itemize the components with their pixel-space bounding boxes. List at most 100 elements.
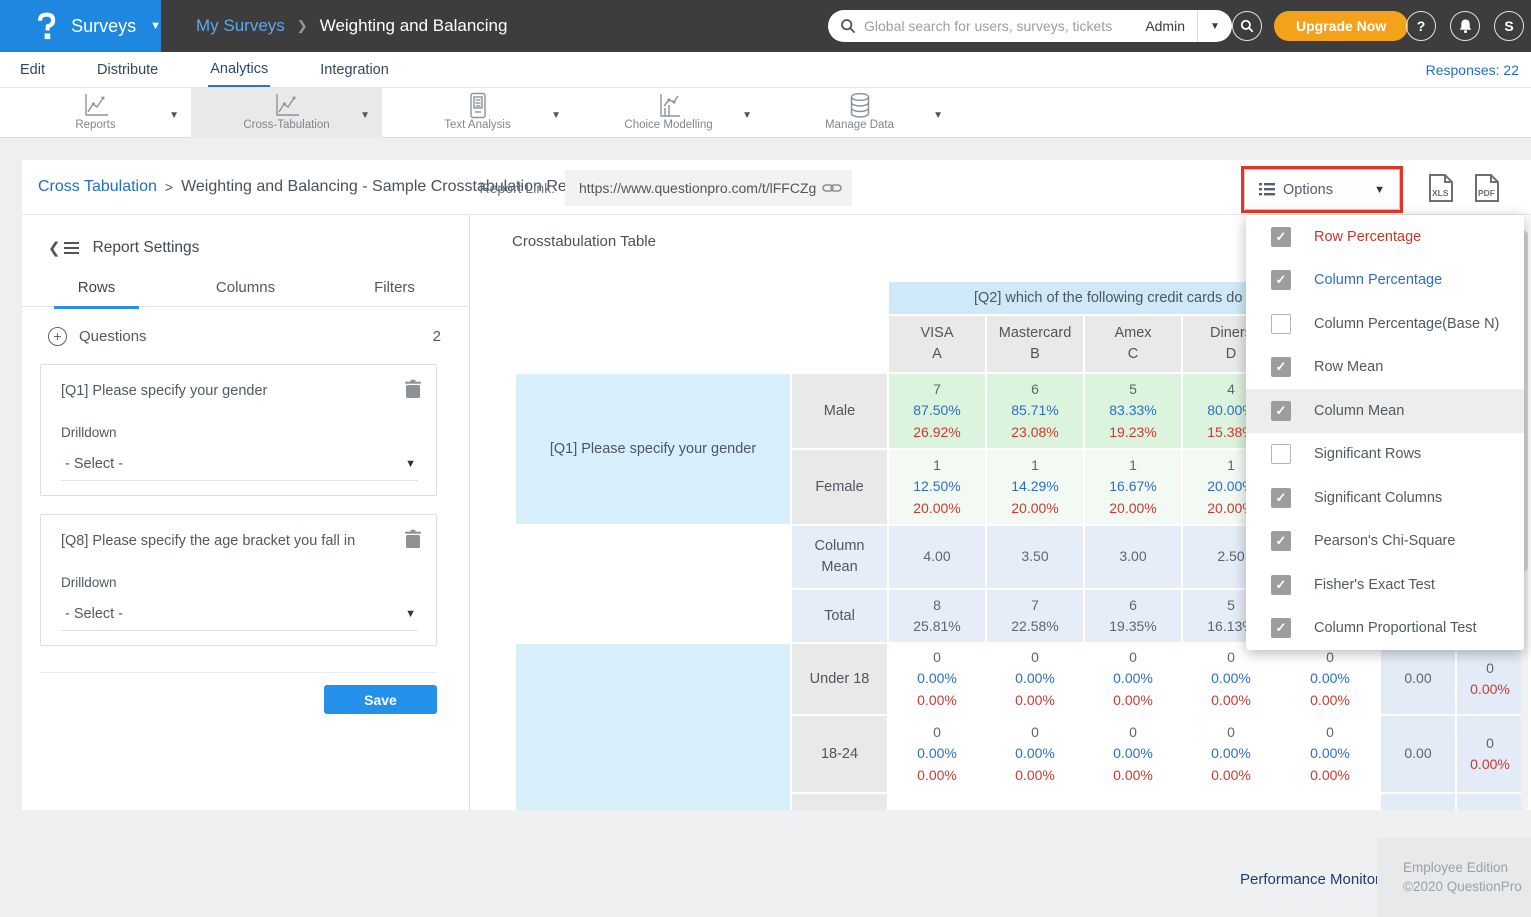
breadcrumb-current: Weighting and Balancing [320,16,508,36]
list-options-icon [1259,183,1275,196]
crosstab-row-header: Under 18 [792,644,887,714]
cross-tabulation-link[interactable]: Cross Tabulation [38,178,157,196]
checked-checkbox-icon[interactable]: ✓ [1271,618,1291,638]
tab-rows[interactable]: Rows [22,279,171,306]
module-reports[interactable]: Reports ▼ [0,88,191,138]
report-header: Cross Tabulation > Weighting and Balanci… [22,160,1531,215]
chevron-down-icon[interactable]: ▼ [742,110,752,121]
menu-item-row-mean[interactable]: ✓ Row Mean [1246,346,1524,390]
unchecked-checkbox-icon[interactable] [1271,444,1291,464]
module-label: Reports [75,119,115,131]
unchecked-checkbox-icon[interactable] [1271,314,1291,334]
chevron-down-icon[interactable]: ▼ [169,110,179,121]
crosstab-row-header: Male [792,374,887,448]
nav-analytics[interactable]: Analytics [208,53,270,87]
nav-integration[interactable]: Integration [318,54,391,86]
crosstab-cell: 619.35% [1085,590,1181,642]
crosstab-cell: 583.33%19.23% [1085,374,1181,448]
survey-nav: Edit Distribute Analytics Integration Re… [0,52,1531,88]
menu-item-column-percentage-base-n-[interactable]: Column Percentage(Base N) [1246,302,1524,346]
help-button[interactable]: ? [1406,11,1436,41]
tab-filters[interactable]: Filters [320,279,469,306]
settings-tabs: Rows Columns Filters [22,279,469,307]
checked-checkbox-icon[interactable]: ✓ [1271,270,1291,290]
chevron-down-icon[interactable]: ▼ [933,110,943,121]
menu-item-column-mean[interactable]: ✓ Column Mean [1246,389,1524,433]
crosstab-cell: 787.50%26.92% [889,374,985,448]
tab-columns[interactable]: Columns [171,279,320,306]
menu-item-pearson-s-chi-square[interactable]: ✓ Pearson's Chi-Square [1246,520,1524,564]
checked-checkbox-icon[interactable]: ✓ [1271,531,1291,551]
search-scope-dropdown[interactable]: ▼ [1198,21,1232,32]
save-button[interactable]: Save [324,685,437,714]
menu-item-label: Column Mean [1314,403,1404,419]
delete-question-icon[interactable] [404,379,422,399]
user-avatar[interactable]: S [1494,11,1524,41]
notifications-button[interactable] [1450,11,1480,41]
module-manage-data[interactable]: Manage Data ▼ [764,88,955,138]
menu-item-row-percentage[interactable]: ✓ Row Percentage [1246,215,1524,259]
menu-item-column-proportional-test[interactable]: ✓ Column Proportional Test [1246,607,1524,651]
menu-item-fisher-s-exact-test[interactable]: ✓ Fisher's Exact Test [1246,563,1524,607]
menu-item-label: Column Percentage(Base N) [1314,316,1499,332]
menu-item-label: Row Mean [1314,359,1383,375]
menu-item-significant-columns[interactable]: ✓ Significant Columns [1246,476,1524,520]
crosstab-cell: 00.00%0.00% [889,716,985,792]
save-row: Save [40,672,437,714]
checked-checkbox-icon[interactable]: ✓ [1271,488,1291,508]
chevron-down-icon: ▼ [1374,184,1385,196]
module-cross-tabulation[interactable]: Cross-Tabulation ▼ [191,88,382,138]
edition-line: Employee Edition [1403,858,1531,877]
report-url[interactable]: https://www.questionpro.com/t/lFFCZg [579,180,822,196]
report-settings-panel: ❮ Report Settings Rows Columns Filters +… [22,215,470,810]
checked-checkbox-icon[interactable]: ✓ [1271,575,1291,595]
crosstab-cell [889,794,985,810]
nav-distribute[interactable]: Distribute [95,54,160,86]
menu-item-label: Pearson's Chi-Square [1314,533,1455,549]
checked-checkbox-icon[interactable]: ✓ [1271,401,1291,421]
drilldown-select[interactable]: - Select - ▼ [61,606,418,631]
delete-question-icon[interactable] [404,529,422,549]
menu-item-column-percentage[interactable]: ✓ Column Percentage [1246,259,1524,303]
chevron-down-icon[interactable]: ▼ [551,110,561,121]
breadcrumb-my-surveys[interactable]: My Surveys [196,16,285,36]
chevron-down-icon[interactable]: ▼ [360,110,370,121]
question-cards: [Q1] Please specify your gender Drilldow… [22,364,469,646]
collapse-panel-icon[interactable]: ❮ [48,239,79,257]
checked-checkbox-icon[interactable]: ✓ [1271,357,1291,377]
crosstab-row-header [792,794,887,810]
export-xls-icon[interactable]: XLS [1428,173,1454,203]
link-icon[interactable] [822,181,842,195]
copyright-line: ©2020 QuestionPro [1403,877,1531,896]
line-chart-icon [273,92,301,118]
drilldown-select[interactable]: - Select - ▼ [61,456,418,481]
crosstab-row-mean-cell [1381,794,1455,810]
menu-item-significant-rows[interactable]: Significant Rows [1246,433,1524,477]
nav-edit[interactable]: Edit [18,54,47,86]
add-question-icon[interactable]: + [48,327,67,346]
crosstab-row-header: Female [792,450,887,524]
export-pdf-icon[interactable]: PDF [1474,173,1500,203]
crosstab-cell: 00.00%0.00% [889,644,985,714]
options-button[interactable]: Options ▼ [1244,169,1400,210]
crosstab-cell: 116.67%20.00% [1085,450,1181,524]
report-link-zone: Report Link: https://www.questionpro.com… [480,170,852,206]
global-search-input[interactable] [856,18,1145,34]
module-choice-modelling[interactable]: Choice Modelling ▼ [573,88,764,138]
svg-text:XLS: XLS [1432,188,1449,198]
menu-item-label: Significant Rows [1314,446,1421,462]
questions-label: Questions [79,328,147,345]
performance-monitor-link[interactable]: Performance Monitor [1240,871,1380,888]
search-submit-button[interactable] [1232,11,1262,41]
product-switcher[interactable]: Surveys ▼ [0,0,161,52]
text-doc-icon [468,92,488,118]
options-label: Options [1283,182,1333,198]
checked-checkbox-icon[interactable]: ✓ [1271,227,1291,247]
report-settings-header[interactable]: ❮ Report Settings [48,239,469,257]
module-text-analysis[interactable]: Text Analysis ▼ [382,88,573,138]
upgrade-now-button[interactable]: Upgrade Now [1274,11,1408,41]
options-dropdown-menu: ✓ Row Percentage ✓ Column Percentage Col… [1246,215,1524,650]
report-url-box[interactable]: https://www.questionpro.com/t/lFFCZg [565,170,852,206]
crosstab-cell: 00.00%0.00% [1085,644,1181,714]
crosstab-row-header: 18-24 [792,716,887,792]
